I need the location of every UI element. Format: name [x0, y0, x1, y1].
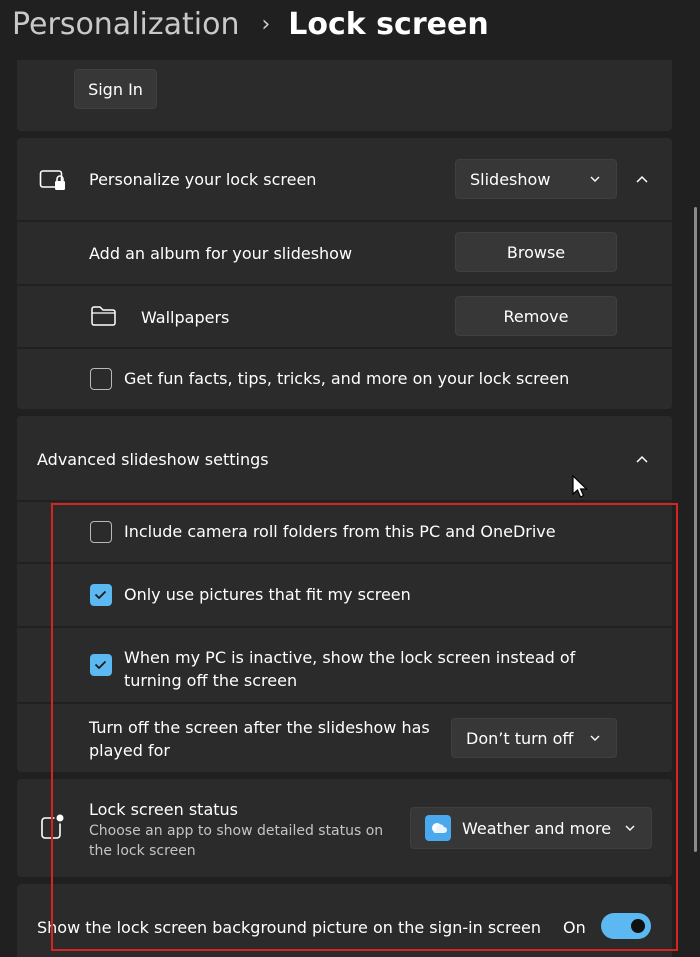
toggle-knob [631, 919, 645, 933]
breadcrumb: Personalization › Lock screen [12, 0, 489, 48]
breadcrumb-parent[interactable]: Personalization [12, 7, 239, 42]
sign-in-card: Sign In [17, 60, 672, 131]
turn-off-label: Turn off the screen after the slideshow … [89, 718, 430, 760]
camera-roll-checkbox[interactable] [90, 521, 112, 543]
album-label: Add an album for your slideshow [89, 244, 353, 263]
browse-button[interactable]: Browse [455, 232, 617, 272]
chevron-down-icon [590, 176, 600, 182]
lock-screen-status-description: Choose an app to show detailed status on… [89, 823, 384, 859]
advanced-settings-label: Advanced slideshow settings [37, 450, 269, 469]
wallpapers-label: Wallpapers [141, 308, 230, 327]
page-title: Lock screen [288, 6, 489, 42]
chevron-down-icon [625, 825, 635, 831]
chevron-down-icon [590, 735, 600, 741]
collapse-chevron-up-icon[interactable] [634, 451, 650, 467]
album-row: Add an album for your slideshow Browse [17, 222, 672, 284]
status-dot-icon [41, 813, 66, 839]
folder-icon [91, 306, 116, 326]
lock-screen-status-dropdown-value: Weather and more [462, 818, 612, 838]
personalize-row: Personalize your lock screen Slideshow [17, 138, 672, 220]
checkmark-icon [94, 590, 107, 600]
weather-icon [425, 815, 451, 841]
personalize-dropdown[interactable]: Slideshow [455, 159, 617, 199]
breadcrumb-separator: › [261, 11, 271, 37]
turn-off-dropdown-value: Don’t turn off [466, 728, 574, 748]
sign-in-button[interactable]: Sign In [74, 69, 157, 109]
lock-screen-status-label: Lock screen status [89, 800, 239, 819]
wallpapers-row: Wallpapers Remove [17, 286, 672, 347]
mouse-cursor-icon [572, 474, 588, 498]
inactive-checkbox[interactable] [90, 654, 112, 676]
fit-screen-checkbox[interactable] [90, 584, 112, 606]
remove-button[interactable]: Remove [455, 296, 617, 336]
sign-in-background-label: Show the lock screen background picture … [37, 918, 542, 937]
lock-screen-status-dropdown[interactable]: Weather and more [410, 807, 652, 849]
fit-screen-row: Only use pictures that fit my screen [17, 564, 672, 626]
scrollbar-thumb[interactable] [694, 207, 697, 852]
lock-screen-icon [39, 170, 65, 190]
toggle-state-label: On [563, 918, 586, 937]
sign-in-background-toggle[interactable] [601, 913, 651, 939]
fun-facts-label: Get fun facts, tips, tricks, and more on… [124, 369, 570, 388]
camera-roll-row: Include camera roll folders from this PC… [17, 502, 672, 562]
fun-facts-checkbox[interactable] [90, 368, 112, 390]
turn-off-row: Turn off the screen after the slideshow … [17, 704, 672, 772]
inactive-row: When my PC is inactive, show the lock sc… [17, 628, 672, 702]
fit-screen-label: Only use pictures that fit my screen [124, 585, 411, 604]
fun-facts-row: Get fun facts, tips, tricks, and more on… [17, 349, 672, 409]
lock-screen-status-card: Lock screen status Choose an app to show… [17, 779, 672, 877]
camera-roll-label: Include camera roll folders from this PC… [124, 522, 556, 541]
personalize-label: Personalize your lock screen [89, 170, 317, 189]
personalize-dropdown-value: Slideshow [470, 169, 551, 189]
collapse-chevron-up-icon[interactable] [634, 171, 650, 187]
turn-off-dropdown[interactable]: Don’t turn off [451, 718, 617, 758]
inactive-label: When my PC is inactive, show the lock sc… [124, 648, 576, 690]
checkmark-icon [94, 660, 107, 670]
sign-in-background-card: Show the lock screen background picture … [17, 884, 672, 957]
